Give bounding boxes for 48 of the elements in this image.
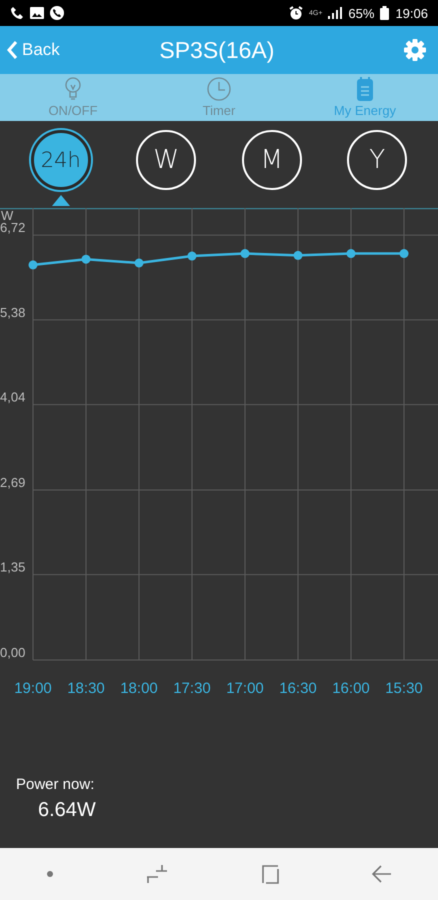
- data-point: [134, 258, 144, 268]
- alarm-icon: [288, 6, 303, 20]
- y-axis-label: 6,72: [0, 220, 26, 236]
- y-axis-label: 2,69: [0, 474, 26, 490]
- x-axis-label: 17:00: [226, 680, 264, 697]
- notepad-icon: [357, 77, 373, 101]
- x-axis-label: 15:30: [385, 680, 423, 697]
- x-axis-label: 19:00: [14, 680, 52, 697]
- settings-icon[interactable]: [404, 39, 426, 61]
- period-button[interactable]: M: [242, 130, 302, 190]
- data-point: [400, 249, 408, 258]
- y-axis-label: 4,04: [0, 390, 26, 405]
- period-button[interactable]: 24h: [30, 130, 91, 190]
- phone-icon: [10, 6, 24, 20]
- screen-title: SP3S(16A): [158, 36, 276, 64]
- y-axis-label: 1,35: [0, 560, 26, 575]
- battery-icon: [380, 6, 390, 20]
- battery-percent: 65%: [348, 6, 374, 20]
- period-button[interactable]: Y: [347, 130, 408, 190]
- x-axis-label: 16:30: [279, 680, 317, 697]
- home-icon[interactable]: [260, 864, 280, 884]
- data-point: [346, 249, 356, 258]
- y-axis-label: 0,00: [0, 645, 26, 660]
- pointer-icon: [52, 195, 70, 206]
- data-point: [82, 254, 90, 264]
- dot-icon[interactable]: [46, 870, 54, 878]
- recent-apps-icon[interactable]: [146, 864, 168, 884]
- data-point: [188, 252, 196, 261]
- data-point: [294, 250, 302, 260]
- period-button[interactable]: W: [136, 130, 196, 190]
- lightbulb-icon: [64, 77, 82, 101]
- data-point: [28, 260, 38, 270]
- back-icon[interactable]: [372, 865, 392, 883]
- x-axis-label: 16:00: [332, 680, 370, 697]
- data-point: [240, 249, 250, 258]
- power-value: 6.64W: [38, 799, 97, 822]
- x-axis-label: 18:30: [67, 680, 105, 697]
- y-axis-unit: W: [1, 208, 14, 223]
- clock-icon: [207, 77, 231, 101]
- y-axis-label: 5,38: [0, 304, 26, 320]
- power-label: Power now:: [16, 776, 96, 793]
- signal-icon: [328, 7, 342, 19]
- x-axis-label: 18:00: [120, 680, 158, 697]
- phone-icon: [50, 6, 64, 20]
- image-icon: [30, 7, 44, 19]
- clock-time: 19:06: [395, 6, 428, 20]
- x-axis-label: 17:30: [173, 680, 211, 697]
- chevron-left-icon: [6, 40, 18, 60]
